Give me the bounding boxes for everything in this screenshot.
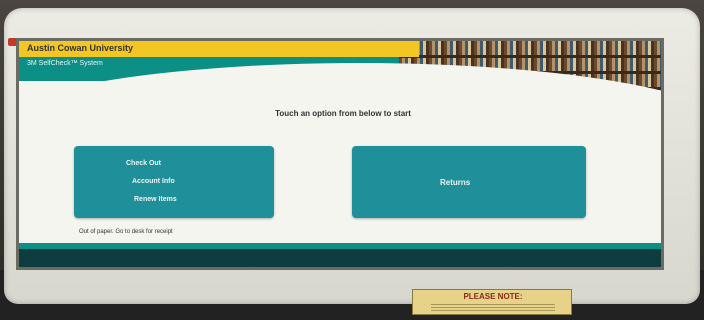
check-out-option[interactable]: Check Out bbox=[126, 160, 161, 167]
footer-band bbox=[19, 243, 661, 267]
please-note-sign: PLEASE NOTE: bbox=[412, 289, 572, 315]
returns-label: Returns bbox=[440, 178, 471, 187]
start-prompt: Touch an option from below to start bbox=[275, 109, 411, 118]
renew-items-option[interactable]: Renew Items bbox=[134, 196, 177, 203]
checkout-menu-button[interactable]: Check Out Account Info Renew Items bbox=[74, 146, 274, 218]
notice-title: PLEASE NOTE: bbox=[463, 292, 523, 301]
returns-button[interactable]: Returns bbox=[352, 146, 586, 218]
status-message: Out of paper. Go to desk for receipt bbox=[79, 229, 173, 235]
account-info-option[interactable]: Account Info bbox=[132, 178, 175, 185]
notice-fine-print bbox=[431, 304, 555, 312]
kiosk-screen: Austin Cowan University 3M SelfCheck™ Sy… bbox=[16, 38, 664, 270]
university-name: Austin Cowan University bbox=[27, 43, 134, 53]
system-name: 3M SelfCheck™ System bbox=[27, 60, 103, 67]
